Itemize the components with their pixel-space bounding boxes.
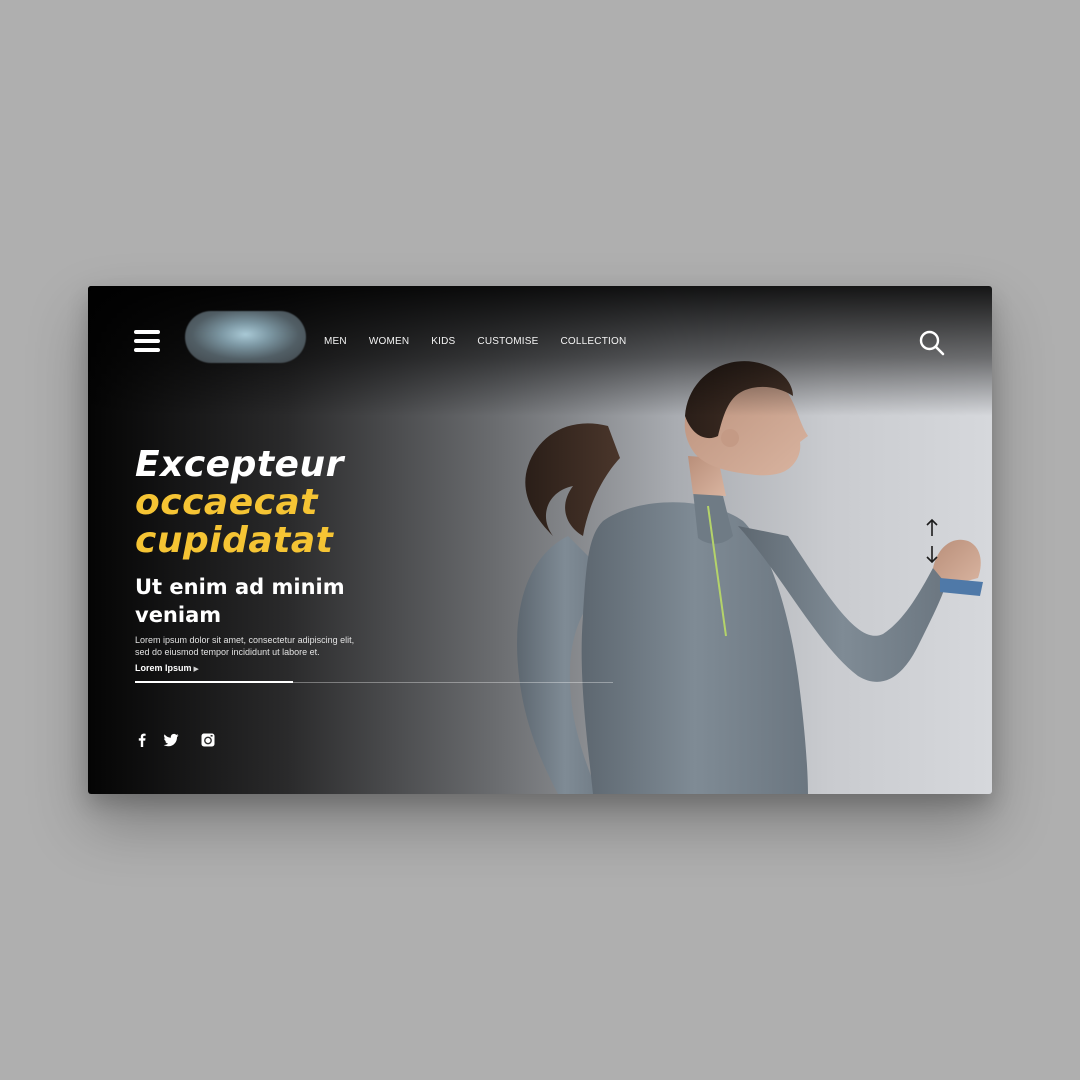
hero-description: Lorem ipsum dolor sit amet, consectetur … xyxy=(135,635,355,657)
twitter-icon[interactable] xyxy=(163,732,179,748)
search-icon[interactable] xyxy=(918,329,946,357)
nav-item-men[interactable]: MEN xyxy=(324,336,347,347)
cta-label: Lorem Ipsum xyxy=(135,663,192,673)
facebook-icon[interactable] xyxy=(134,732,150,748)
arrow-down-icon[interactable] xyxy=(924,544,940,564)
arrow-up-icon[interactable] xyxy=(924,518,940,538)
main-nav: MEN WOMEN KIDS CUSTOMISE COLLECTION xyxy=(324,336,626,347)
hero-title-line-1: Excepteur xyxy=(135,444,344,485)
nav-item-kids[interactable]: KIDS xyxy=(431,336,455,347)
hero-title-line-2: occaecat xyxy=(135,482,318,523)
nav-item-women[interactable]: WOMEN xyxy=(369,336,409,347)
nav-item-customise[interactable]: CUSTOMISE xyxy=(477,336,538,347)
hamburger-menu-icon[interactable] xyxy=(134,330,160,354)
hero-runner-image xyxy=(517,361,983,794)
slide-progress-track[interactable] xyxy=(135,681,613,683)
hero-title-line-3: cupidatat xyxy=(135,520,334,561)
hero-subtitle: Ut enim ad minim veniam xyxy=(135,575,345,627)
nav-item-collection[interactable]: COLLECTION xyxy=(561,336,627,347)
hero-title: Excepteur occaecat cupidatat xyxy=(135,446,344,560)
slide-progress-fill xyxy=(135,681,293,683)
cta-link[interactable]: Lorem Ipsum ▶ xyxy=(135,663,199,673)
hero-card: MEN WOMEN KIDS CUSTOMISE COLLECTION Exce… xyxy=(88,286,992,794)
play-arrow-icon: ▶ xyxy=(193,666,199,673)
brand-logo[interactable] xyxy=(185,311,306,363)
instagram-icon[interactable] xyxy=(200,732,216,748)
